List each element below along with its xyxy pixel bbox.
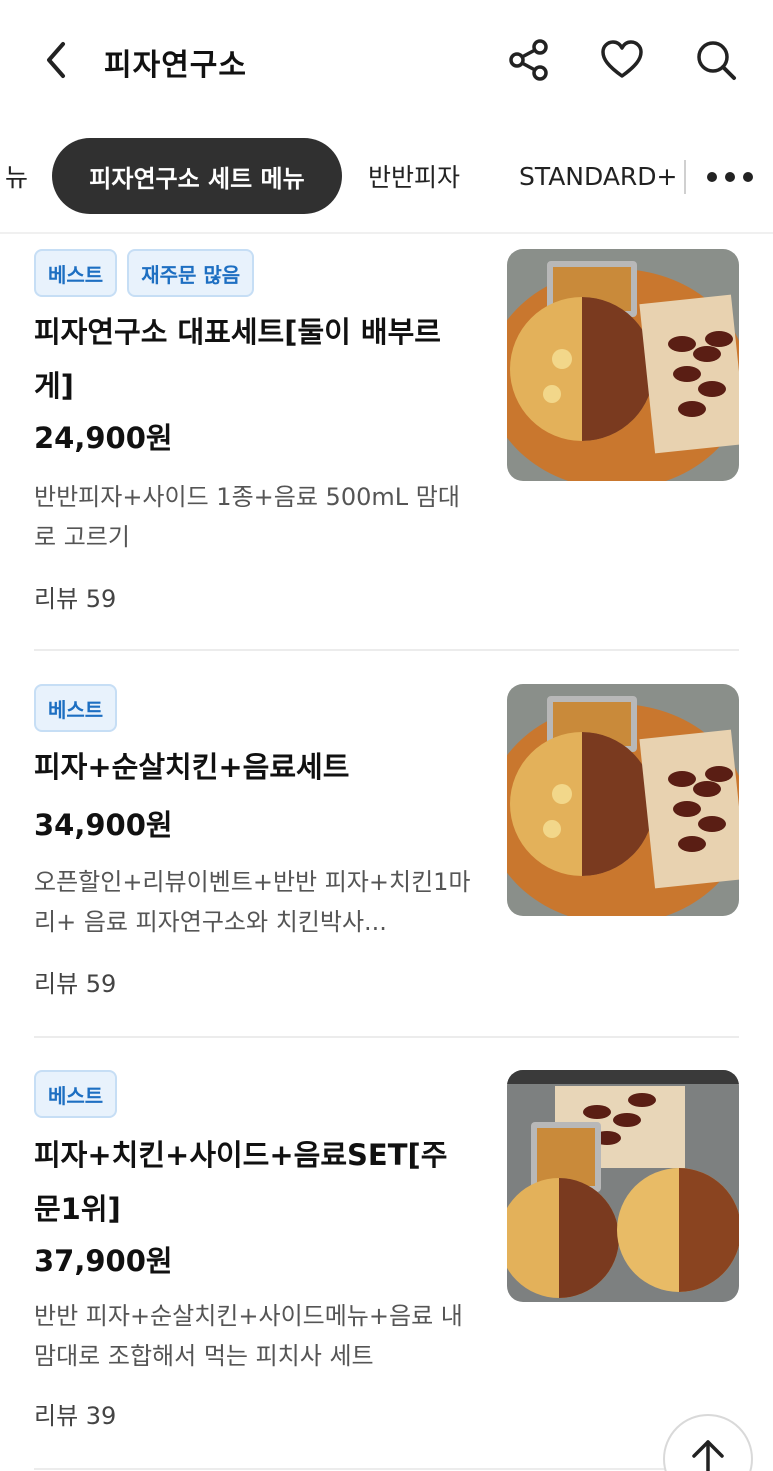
menu-item-price: 34,900원 [34, 808, 173, 842]
search-button[interactable] [692, 36, 740, 84]
category-tabs: 뉴 피자연구소 세트 메뉴 반반피자 STANDARD+ ' [0, 130, 773, 220]
tab-standard[interactable]: STANDARD+ ' [519, 138, 685, 214]
menu-item-description: 오픈할인+리뷰이벤트+반반 피자+치킨1마리+ 음료 피자연구소와 치킨박사..… [34, 868, 471, 936]
badge-group: 베스트 재주문 많음 [34, 249, 255, 297]
best-badge: 베스트 [34, 684, 118, 732]
menu-item-photo [507, 249, 739, 481]
more-tabs-button[interactable] [700, 152, 760, 202]
badge-group: 베스트 [34, 684, 118, 732]
menu-item-name: 피자+치킨+사이드+음료SET[주문1위] [34, 1138, 448, 1226]
item-divider [34, 649, 739, 651]
tab-set-menu[interactable]: 피자연구소 세트 메뉴 [52, 138, 342, 214]
menu-item-price: 24,900원 [34, 421, 173, 455]
badge-group: 베스트 [34, 1070, 118, 1118]
page-title: 피자연구소 [104, 48, 247, 83]
tab-prev[interactable]: 뉴 [0, 138, 28, 214]
menu-item-description: 반반피자+사이드 1종+음료 500mL 맘대로 고르기 [34, 483, 460, 551]
menu-item-reviews: 리뷰 39 [34, 1402, 117, 1430]
menu-item-reviews: 리뷰 59 [34, 585, 117, 613]
more-horizontal-icon [707, 172, 753, 182]
item-divider [34, 1468, 739, 1470]
menu-item-name: 피자연구소 대표세트[둘이 배부르게] [34, 315, 441, 403]
chevron-left-icon [47, 42, 65, 78]
app-header: 피자연구소 [0, 0, 773, 120]
arrow-up-icon [692, 1440, 724, 1471]
like-button[interactable] [598, 36, 646, 84]
back-button[interactable] [34, 36, 78, 84]
menu-item[interactable]: 베스트 재주문 많음 피자연구소 대표세트[둘이 배부르게] 24,900원 반… [0, 249, 773, 651]
menu-item-name: 피자+순살치킨+음료세트 [34, 750, 350, 784]
reorder-badge: 재주문 많음 [127, 249, 255, 297]
menu-item[interactable]: 베스트 피자+순살치킨+음료세트 34,900원 오픈할인+리뷰이벤트+반반 피… [0, 684, 773, 1038]
menu-item-photo [507, 684, 739, 916]
menu-item-reviews: 리뷰 59 [34, 970, 117, 998]
tabs-divider [0, 232, 773, 234]
share-icon [509, 39, 548, 81]
tab-separator [684, 160, 686, 194]
menu-item[interactable]: 베스트 피자+치킨+사이드+음료SET[주문1위] 37,900원 반반 피자+… [0, 1070, 773, 1470]
share-button[interactable] [505, 36, 553, 84]
best-badge: 베스트 [34, 249, 118, 297]
heart-icon [601, 40, 643, 78]
menu-item-price: 37,900원 [34, 1244, 173, 1278]
item-divider [34, 1036, 739, 1038]
tab-half-pizza[interactable]: 반반피자 [368, 138, 460, 214]
search-icon [697, 41, 736, 80]
menu-item-description: 반반 피자+순살치킨+사이드메뉴+음료 내 맘대로 조합해서 먹는 피치사 세트 [34, 1302, 463, 1370]
menu-item-photo [507, 1070, 739, 1302]
best-badge: 베스트 [34, 1070, 118, 1118]
